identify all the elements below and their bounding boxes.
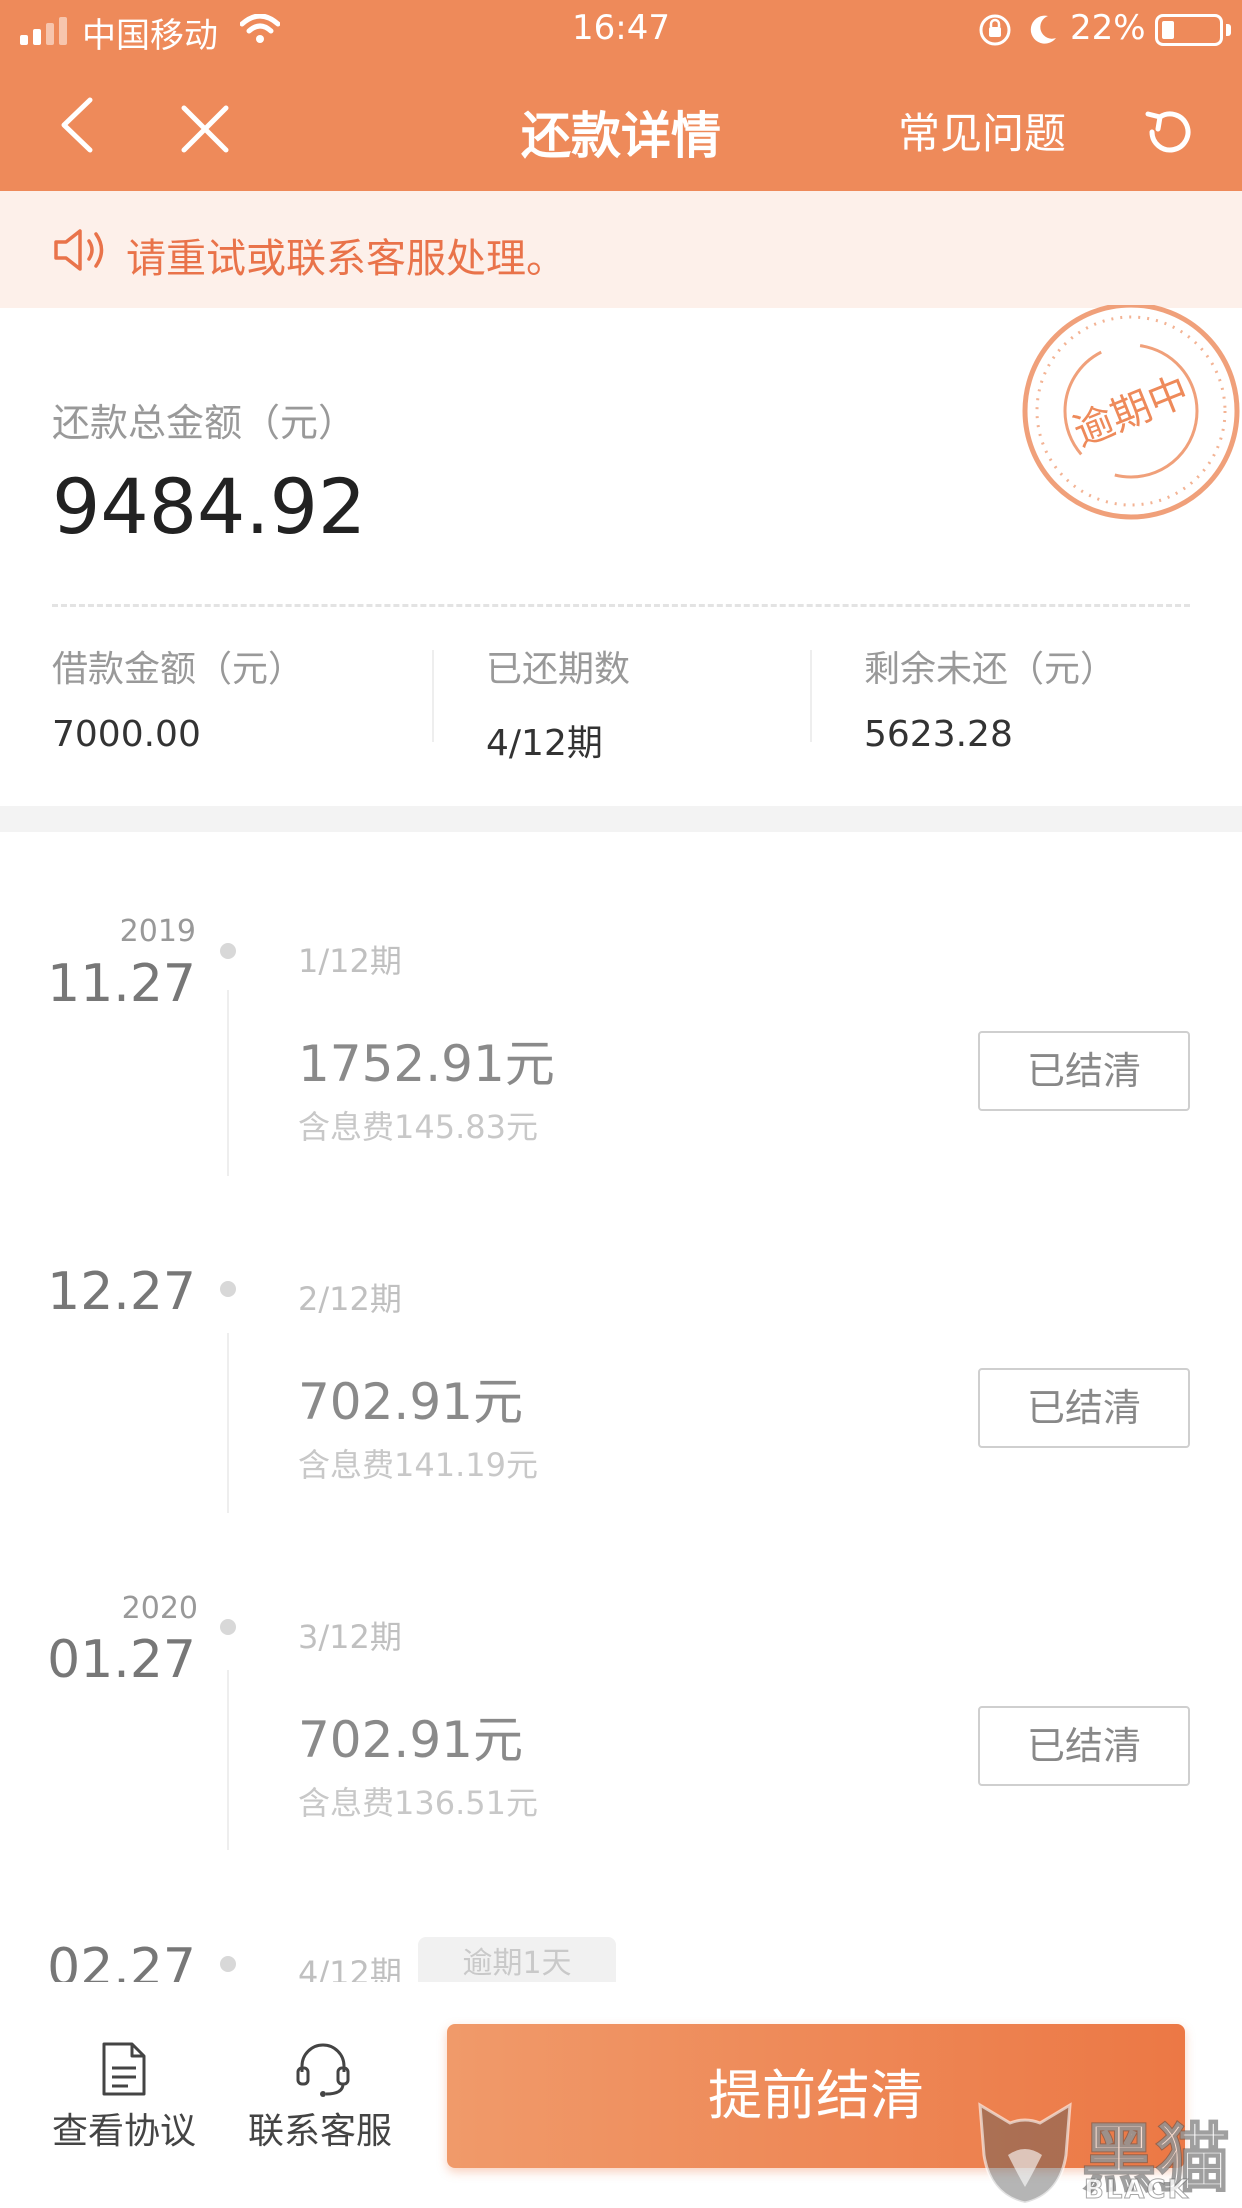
timeline-line [227,990,229,1176]
installment-fee: 含息费145.83元 [298,1108,538,1146]
period-label: 1/12期 [298,942,402,980]
view-agreement-button[interactable]: 查看协议 [52,2102,196,2154]
stat-loan-amount: 借款金额（元） 7000.00 [52,640,304,755]
stat-value: 7000.00 [52,714,201,755]
notice-bar: 请重试或联系客服处理。 [0,191,1242,308]
watermark-subtext: BLACK CAT [1084,2175,1190,2208]
black-cat-logo-icon [978,2102,1072,2205]
installment-amount: 702.91元 [298,1373,523,1431]
timeline-line [227,1670,229,1850]
notice-text: 请重试或联系客服处理。 [126,236,566,282]
stat-label: 借款金额（元） [52,649,305,690]
timeline-dot [220,1281,236,1297]
timeline-dot [220,1619,236,1635]
settled-button[interactable]: 已结清 [978,1368,1190,1448]
battery-icon [1155,14,1223,46]
installment-amount: 702.91元 [298,1711,523,1769]
timeline-dot [220,943,236,959]
rotation-lock-icon [979,14,1011,46]
timeline-dot [220,1956,236,1972]
timeline-year: 2019 [119,914,196,949]
installment-fee: 含息费141.19元 [298,1446,538,1484]
total-amount-label: 还款总金额（元） [52,401,357,445]
stat-paid-periods: 已还期数 4/12期 [486,640,630,766]
refresh-icon[interactable] [1138,100,1202,164]
moon-icon [1030,15,1056,44]
stat-divider [810,650,812,742]
settled-button[interactable]: 已结清 [978,1706,1190,1786]
watermark: 黑猫 BLACK CAT [970,2095,1242,2208]
timeline-year: 2020 [121,1591,198,1626]
period-label: 3/12期 [298,1618,402,1656]
timeline-date: 01.27 [47,1630,196,1690]
stat-value: 5623.28 [864,714,1013,755]
timeline-date: 11.27 [47,954,196,1014]
installment-fee: 含息费136.51元 [298,1784,538,1822]
status-bar: 中国移动 16:47 22% [0,0,1242,58]
timeline-line [227,1333,229,1513]
period-label: 2/12期 [298,1280,402,1318]
timeline-date: 12.27 [47,1262,196,1322]
contact-service-button[interactable]: 联系客服 [248,2102,392,2154]
headset-icon[interactable] [294,2040,352,2098]
settled-button[interactable]: 已结清 [978,1031,1190,1111]
total-amount-value: 9484.92 [52,462,367,551]
faq-link[interactable]: 常见问题 [898,100,1066,161]
battery-percent: 22% [1070,8,1146,48]
section-separator [0,806,1242,832]
stamp-text: 逾期中 [1067,368,1195,456]
stat-label: 已还期数 [486,649,631,690]
overdue-stamp: 逾期中 [1022,305,1240,520]
stat-remaining: 剩余未还（元） 5623.28 [864,640,1116,755]
installment-amount: 1752.91元 [298,1035,555,1093]
dashed-divider [52,604,1190,607]
battery-tip [1226,24,1231,36]
stat-divider [432,650,434,742]
stat-value: 4/12期 [486,723,603,764]
document-icon[interactable] [100,2040,148,2098]
speaker-icon [54,229,104,271]
stat-label: 剩余未还（元） [864,649,1117,690]
